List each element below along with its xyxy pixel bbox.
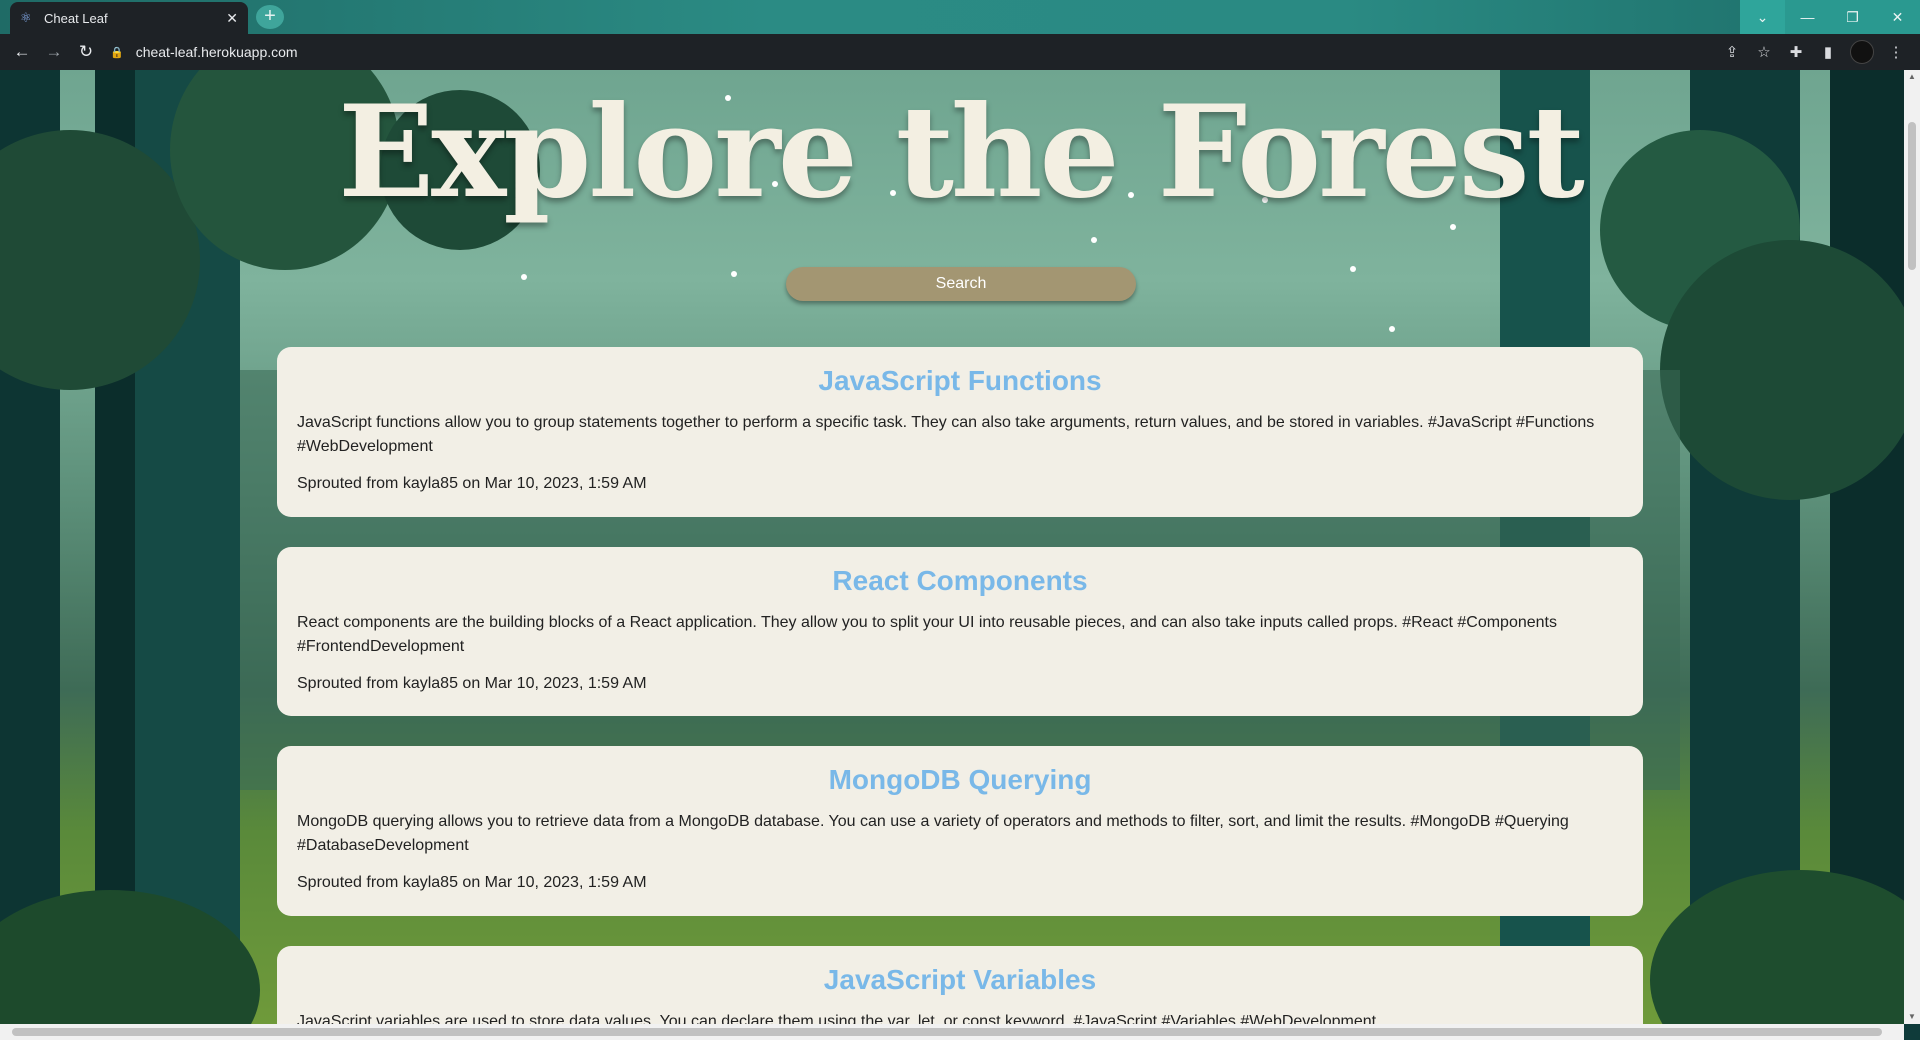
address-bar[interactable]: 🔒 cheat-leaf.herokuapp.com — [110, 44, 298, 60]
bush — [1650, 870, 1904, 1024]
post-card[interactable]: MongoDB Querying MongoDB querying allows… — [277, 746, 1643, 916]
post-card[interactable]: JavaScript Variables JavaScript variable… — [277, 946, 1643, 1024]
sparkle — [731, 271, 737, 277]
post-title[interactable]: React Components — [297, 565, 1623, 597]
sparkle — [1091, 237, 1097, 243]
window-controls: ⌄ — ❐ ✕ — [1740, 0, 1920, 34]
scroll-down-icon[interactable]: ▼ — [1908, 1012, 1916, 1021]
reload-icon[interactable]: ↻ — [70, 36, 102, 68]
minimize-icon[interactable]: — — [1785, 0, 1830, 34]
close-window-icon[interactable]: ✕ — [1875, 0, 1920, 34]
extensions-puzzle-icon[interactable]: ✚ — [1780, 36, 1812, 68]
menu-dots-icon[interactable]: ⋮ — [1880, 36, 1912, 68]
new-tab-button[interactable]: + — [256, 5, 284, 29]
post-meta: Sprouted from kayla85 on Mar 10, 2023, 1… — [297, 874, 647, 891]
horizontal-scrollbar[interactable] — [0, 1024, 1904, 1040]
browser-tab[interactable]: ⚛ Cheat Leaf ✕ — [10, 2, 248, 34]
sparkle — [521, 274, 527, 280]
tree-canopy — [1660, 240, 1904, 500]
profile-avatar[interactable] — [1850, 40, 1874, 64]
scroll-up-icon[interactable]: ▲ — [1908, 72, 1916, 81]
post-title[interactable]: JavaScript Functions — [297, 365, 1623, 397]
post-body: React components are the building blocks… — [297, 614, 1557, 655]
tab-search-chevron-icon[interactable]: ⌄ — [1740, 0, 1785, 34]
share-icon[interactable]: ⇪ — [1716, 36, 1748, 68]
search-button[interactable]: Search — [786, 267, 1136, 301]
bookmark-star-icon[interactable]: ☆ — [1748, 36, 1780, 68]
post-body: MongoDB querying allows you to retrieve … — [297, 813, 1569, 854]
post-title[interactable]: MongoDB Querying — [297, 764, 1623, 796]
vertical-scroll-thumb[interactable] — [1908, 122, 1916, 270]
horizontal-scroll-thumb[interactable] — [12, 1028, 1882, 1036]
post-title[interactable]: JavaScript Variables — [297, 964, 1623, 996]
forward-icon[interactable]: → — [38, 36, 70, 68]
close-tab-icon[interactable]: ✕ — [226, 10, 238, 27]
lock-icon: 🔒 — [110, 46, 124, 59]
react-favicon-icon: ⚛ — [20, 10, 32, 25]
page-viewport: Explore the Forest Search JavaScript Fun… — [0, 70, 1904, 1024]
post-card[interactable]: JavaScript Functions JavaScript function… — [277, 347, 1643, 517]
sparkle — [1389, 326, 1395, 332]
page-title: Explore the Forest — [338, 78, 1585, 226]
vertical-scrollbar[interactable]: ▲ ▼ — [1904, 70, 1920, 1024]
back-icon[interactable]: ← — [6, 36, 38, 68]
browser-tab-bar: ⚛ Cheat Leaf ✕ + ⌄ — ❐ ✕ — [0, 0, 1920, 34]
sparkle — [1350, 266, 1356, 272]
tab-title: Cheat Leaf — [44, 10, 108, 26]
post-meta: Sprouted from kayla85 on Mar 10, 2023, 1… — [297, 475, 647, 492]
browser-toolbar: ← → ↻ 🔒 cheat-leaf.herokuapp.com ⇪ ☆ ✚ ▮… — [0, 34, 1920, 70]
post-body: JavaScript functions allow you to group … — [297, 414, 1595, 455]
post-meta: Sprouted from kayla85 on Mar 10, 2023, 1… — [297, 675, 647, 692]
post-body: JavaScript variables are used to store d… — [297, 1013, 1377, 1024]
restore-icon[interactable]: ❐ — [1830, 0, 1875, 34]
side-panel-icon[interactable]: ▮ — [1812, 36, 1844, 68]
post-card[interactable]: React Components React components are th… — [277, 547, 1643, 716]
url-text: cheat-leaf.herokuapp.com — [135, 44, 298, 60]
toolbar-actions: ⇪ ☆ ✚ ▮ ⋮ — [1716, 36, 1912, 68]
